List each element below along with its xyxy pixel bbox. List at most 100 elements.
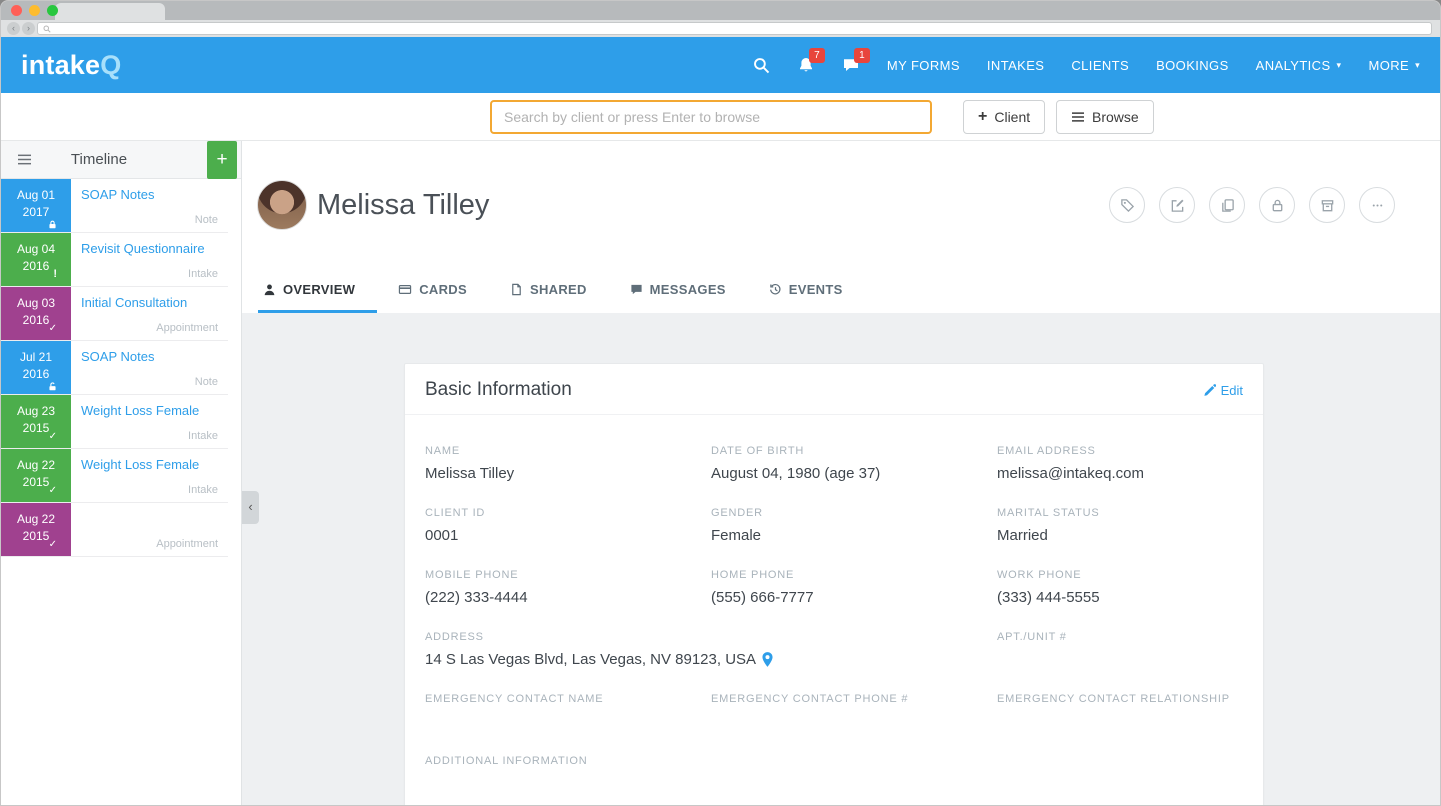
field-label: MOBILE PHONE	[425, 569, 711, 581]
timeline-item[interactable]: Aug 03 2016 ✓ Initial Consultation Appoi…	[1, 287, 228, 341]
date-year: 2015	[1, 420, 71, 437]
add-timeline-entry-button[interactable]: +	[207, 141, 237, 179]
field-label: ADDRESS	[425, 631, 997, 643]
date-badge: Jul 21 2016	[1, 341, 71, 394]
edit-basic-info-link[interactable]: Edit	[1203, 383, 1243, 398]
timeline-item-body: Revisit Questionnaire Intake	[71, 233, 228, 286]
basic-info-header: Basic Information Edit	[405, 364, 1263, 415]
messages-chat-icon[interactable]: 1	[842, 56, 860, 74]
lock-icon	[48, 220, 57, 229]
field-value: Female	[711, 525, 997, 546]
nav-item-analytics[interactable]: ANALYTICS▾	[1256, 58, 1342, 73]
tab-cards[interactable]: CARDS	[393, 282, 489, 313]
date-year: 2016	[1, 366, 71, 383]
nav-item-intakes[interactable]: INTAKES	[987, 58, 1044, 73]
search-icon[interactable]	[753, 57, 770, 74]
close-window-button[interactable]	[11, 5, 22, 16]
browser-forward-button[interactable]: ›	[22, 22, 35, 35]
intakeq-logo[interactable]: intakeQ	[21, 50, 121, 81]
field-value: (555) 666-7777	[711, 587, 997, 608]
date-month-day: Aug 01	[1, 187, 71, 204]
field-additional-information: ADDITIONAL INFORMATION	[425, 755, 1243, 795]
basic-info-body: NAME Melissa Tilley DATE OF BIRTH August…	[405, 415, 1263, 806]
client-toolbar: + Client Browse	[1, 93, 1440, 141]
map-pin-icon[interactable]	[762, 652, 773, 667]
tab-shared[interactable]: SHARED	[505, 282, 609, 313]
check-icon: ✓	[49, 536, 57, 553]
timeline-item[interactable]: Aug 23 2015 ✓ Weight Loss Female Intake	[1, 395, 228, 449]
field-label: WORK PHONE	[997, 569, 1243, 581]
timeline-item[interactable]: Aug 01 2017 SOAP Notes Note	[1, 179, 228, 233]
basic-info-fields: NAME Melissa Tilley DATE OF BIRTH August…	[425, 445, 1243, 795]
timeline-item-title[interactable]: Weight Loss Female	[81, 403, 218, 419]
tab-messages[interactable]: MESSAGES	[625, 282, 748, 313]
field-work-phone: WORK PHONE (333) 444-5555	[997, 569, 1243, 609]
notifications-bell-icon[interactable]: 7	[797, 56, 815, 74]
timeline-item[interactable]: Jul 21 2016 SOAP Notes Note	[1, 341, 228, 395]
field-email: EMAIL ADDRESS melissa@intakeq.com	[997, 445, 1243, 485]
timeline-item-title[interactable]: Revisit Questionnaire	[81, 241, 218, 257]
field-value: Melissa Tilley	[425, 463, 711, 484]
plus-icon: +	[978, 109, 987, 125]
date-month-day: Aug 03	[1, 295, 71, 312]
page-body: Timeline + Aug 01 2017 SOAP Notes Note	[1, 141, 1440, 806]
chevron-down-icon: ▾	[1337, 61, 1342, 70]
timeline-item-body: Weight Loss Female Intake	[71, 395, 228, 448]
lock-button[interactable]	[1259, 187, 1295, 223]
chevron-down-icon: ▾	[1415, 61, 1420, 70]
zoom-window-button[interactable]	[47, 5, 58, 16]
date-year: 2016	[1, 258, 71, 275]
url-input[interactable]	[51, 24, 1426, 34]
field-address: ADDRESS 14 S Las Vegas Blvd, Las Vegas, …	[425, 631, 997, 671]
chat-icon	[630, 283, 643, 296]
tag-icon	[1120, 198, 1135, 213]
timeline-item-type: Appointment	[156, 322, 218, 334]
card-title: Basic Information	[425, 379, 572, 401]
copy-button[interactable]	[1209, 187, 1245, 223]
date-year: 2016	[1, 312, 71, 329]
tag-button[interactable]	[1109, 187, 1145, 223]
browse-button[interactable]: Browse	[1056, 100, 1154, 134]
tab-overview[interactable]: OVERVIEW	[258, 282, 377, 313]
timeline-item[interactable]: Aug 04 2016 ! Revisit Questionnaire Inta…	[1, 233, 228, 287]
lock-icon	[1270, 198, 1285, 213]
field-apt-unit: APT./UNIT #	[997, 631, 1243, 671]
tab-events[interactable]: EVENTS	[764, 282, 865, 313]
timeline-item-title[interactable]: SOAP Notes	[81, 187, 218, 203]
field-label: HOME PHONE	[711, 569, 997, 581]
history-icon	[769, 283, 782, 296]
nav-item-more[interactable]: MORE▾	[1368, 58, 1420, 73]
minimize-window-button[interactable]	[29, 5, 40, 16]
timeline-item[interactable]: Aug 22 2015 ✓ Weight Loss Female Intake	[1, 449, 228, 503]
logo-intake-text: intake	[21, 50, 100, 80]
client-search-input[interactable]	[490, 100, 932, 134]
add-client-button[interactable]: + Client	[963, 100, 1045, 134]
client-avatar[interactable]	[257, 180, 307, 230]
more-options-button[interactable]	[1359, 187, 1395, 223]
edit-icon	[1170, 198, 1185, 213]
field-value: melissa@intakeq.com	[997, 463, 1243, 484]
date-month-day: Aug 22	[1, 511, 71, 528]
timeline-item[interactable]: Aug 22 2015 ✓ Appointment	[1, 503, 228, 557]
field-value: (333) 444-5555	[997, 587, 1243, 608]
timeline-item-title[interactable]: Weight Loss Female	[81, 457, 218, 473]
timeline-item-title[interactable]: Initial Consultation	[81, 295, 218, 311]
nav-item-my-forms[interactable]: MY FORMS	[887, 58, 960, 73]
browser-back-button[interactable]: ‹	[7, 22, 20, 35]
browser-url-row: ‹ ›	[1, 20, 1440, 37]
collapse-sidebar-button[interactable]: ‹	[242, 491, 259, 524]
field-label: EMERGENCY CONTACT NAME	[425, 693, 711, 705]
tab-label: OVERVIEW	[283, 282, 355, 297]
timeline-item-title[interactable]: SOAP Notes	[81, 349, 218, 365]
field-name: NAME Melissa Tilley	[425, 445, 711, 485]
nav-item-bookings[interactable]: BOOKINGS	[1156, 58, 1229, 73]
nav-item-clients[interactable]: CLIENTS	[1071, 58, 1129, 73]
browser-tab[interactable]	[55, 3, 165, 20]
list-icon	[1071, 111, 1085, 123]
timeline-item-type: Intake	[188, 430, 218, 442]
edit-button[interactable]	[1159, 187, 1195, 223]
url-bar[interactable]	[37, 22, 1432, 35]
field-emergency-contact-name: EMERGENCY CONTACT NAME	[425, 693, 711, 733]
archive-button[interactable]	[1309, 187, 1345, 223]
top-navbar: intakeQ 7 1 MY FORMS INTAKES CLIENTS BOO…	[1, 37, 1440, 93]
